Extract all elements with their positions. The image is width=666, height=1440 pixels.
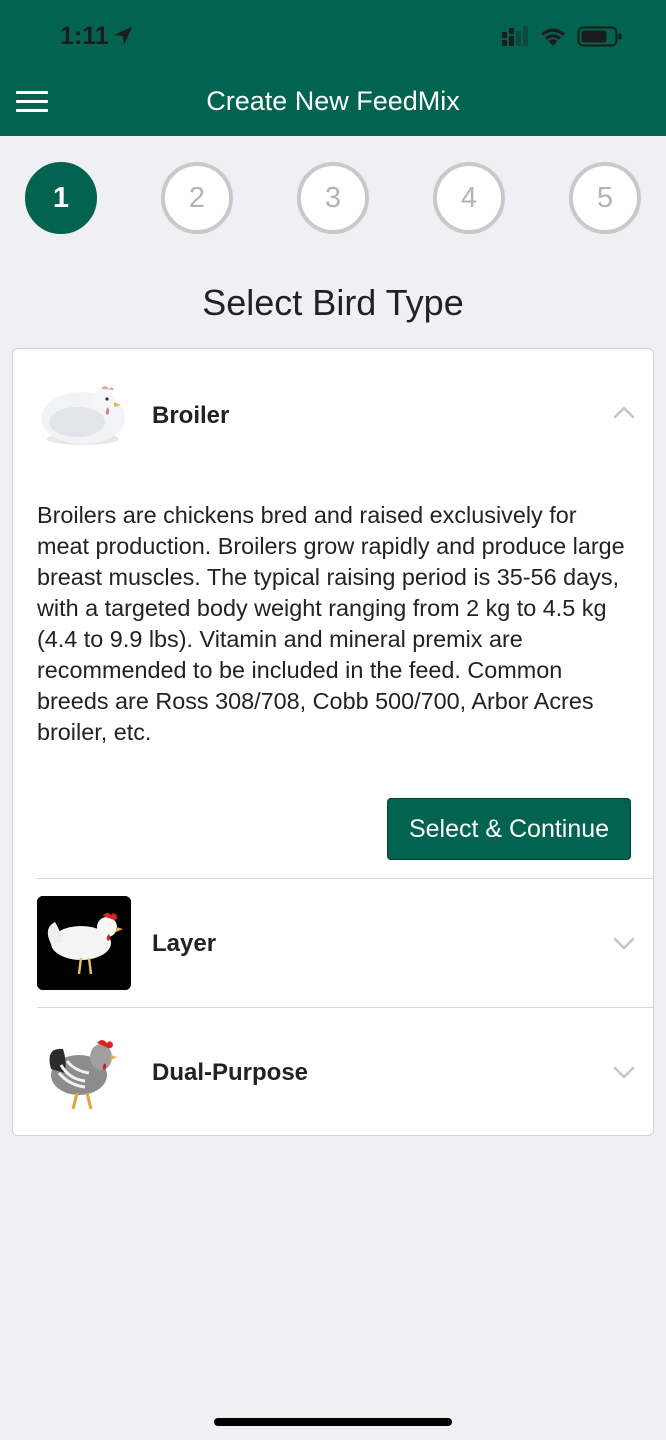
accordion-item-dual-purpose[interactable]: Dual-Purpose xyxy=(13,1008,653,1136)
chevron-down-icon[interactable] xyxy=(613,1066,635,1080)
bird-type-list: Broiler Broilers are chickens bred and r… xyxy=(12,348,654,1136)
accordion-item-broiler[interactable]: Broiler xyxy=(13,349,653,479)
cellular-signal-icon xyxy=(502,26,528,46)
accordion-item-layer[interactable]: Layer xyxy=(13,879,653,1007)
step-1[interactable]: 1 xyxy=(25,162,97,234)
accordion-label-layer: Layer xyxy=(152,930,217,957)
page-title: Create New FeedMix xyxy=(206,86,460,116)
section-title: Select Bird Type xyxy=(202,282,464,323)
step-5[interactable]: 5 xyxy=(569,162,641,234)
status-icons xyxy=(502,26,622,47)
status-time: 1:11 xyxy=(60,22,109,50)
accordion-label-dual-purpose: Dual-Purpose xyxy=(152,1059,309,1086)
home-indicator xyxy=(214,1418,452,1426)
step-indicator: 1 2 3 4 5 xyxy=(0,162,666,234)
chevron-down-icon[interactable] xyxy=(613,937,635,951)
wifi-icon xyxy=(541,28,565,46)
accordion-label-broiler: Broiler xyxy=(152,402,230,429)
step-4[interactable]: 4 xyxy=(433,162,505,234)
app-header: 1:11 Create New FeedMix xyxy=(0,0,666,136)
location-arrow-icon xyxy=(114,27,132,45)
layer-image xyxy=(37,896,131,990)
broiler-image xyxy=(37,368,131,462)
battery-icon xyxy=(577,26,622,47)
step-3[interactable]: 3 xyxy=(297,162,369,234)
select-continue-button[interactable]: Select & Continue xyxy=(387,798,631,860)
step-2[interactable]: 2 xyxy=(161,162,233,234)
broiler-description: Broilers are chickens bred and raised ex… xyxy=(37,502,625,745)
chevron-up-icon[interactable] xyxy=(613,405,635,419)
dual-purpose-image xyxy=(37,1025,131,1119)
